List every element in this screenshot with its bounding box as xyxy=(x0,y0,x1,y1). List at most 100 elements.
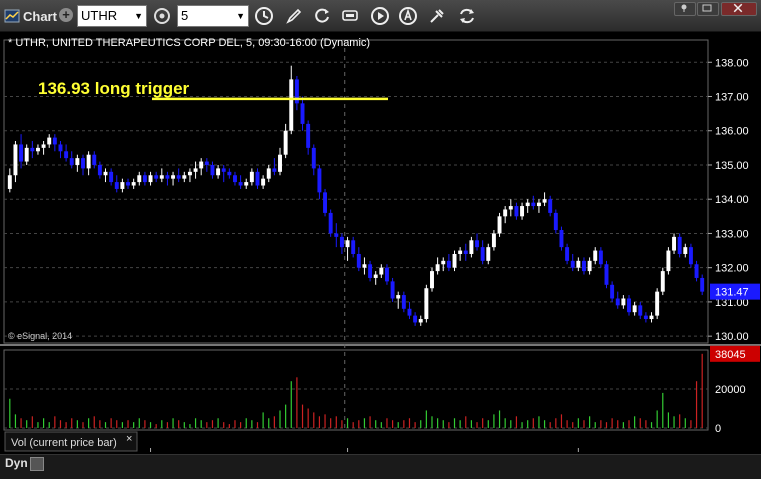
candle-body xyxy=(396,295,401,299)
sync-button[interactable] xyxy=(456,5,478,27)
candle-body xyxy=(244,182,249,186)
dynamic-label[interactable]: Dyn xyxy=(5,456,28,470)
candle-body xyxy=(216,168,221,176)
add-icon[interactable]: + xyxy=(59,8,73,22)
candle-body xyxy=(491,233,496,248)
candle-body xyxy=(379,267,384,275)
candle-body xyxy=(120,182,125,189)
price-tick-label: 133.00 xyxy=(715,228,749,240)
candle-body xyxy=(64,151,69,159)
candle-body xyxy=(486,247,491,261)
toolbar: Chart + UTHR ▼ 5 ▼ xyxy=(0,0,761,32)
candle-body xyxy=(266,168,271,179)
refresh-button[interactable] xyxy=(311,5,333,27)
candle-body xyxy=(255,171,260,186)
candle-body xyxy=(199,161,204,169)
last-price-label: 131.47 xyxy=(715,287,749,299)
copyright-label: © eSignal, 2014 xyxy=(8,331,72,341)
sync-icon xyxy=(460,8,474,24)
candle-body xyxy=(7,175,12,189)
maximize-button[interactable] xyxy=(697,2,719,16)
candle-body xyxy=(604,264,609,285)
candle-body xyxy=(159,175,164,179)
chart-icon xyxy=(4,9,20,23)
interval-input[interactable]: 5 ▼ xyxy=(177,5,249,27)
play-button[interactable] xyxy=(369,5,391,27)
candle-body xyxy=(463,250,468,254)
interval-dropdown-icon[interactable]: ▼ xyxy=(236,6,245,26)
candle-body xyxy=(109,171,114,183)
candle-body xyxy=(171,175,176,179)
candle-body xyxy=(339,236,344,248)
candle-body xyxy=(638,305,643,316)
candle-body xyxy=(593,250,598,261)
chart-header: * UTHR, UNITED THERAPEUTICS CORP DEL, 5,… xyxy=(8,37,371,49)
candle-body xyxy=(362,264,367,268)
pin-icon xyxy=(681,4,687,12)
candle-body xyxy=(610,284,615,299)
candle-body xyxy=(328,212,333,234)
tools-icon xyxy=(430,9,444,23)
candle-body xyxy=(694,264,699,278)
candle-body xyxy=(576,260,581,268)
tools-button[interactable] xyxy=(426,5,448,27)
candle-body xyxy=(182,175,187,179)
candle-body xyxy=(649,315,654,320)
data-button[interactable] xyxy=(339,5,361,27)
candle-body xyxy=(424,288,429,320)
candle-body xyxy=(615,298,620,306)
play-icon xyxy=(371,7,389,25)
close-icon xyxy=(733,3,743,13)
alert-button[interactable] xyxy=(397,5,419,27)
last-volume-label: 38045 xyxy=(715,349,746,361)
candle-body xyxy=(587,260,592,272)
candle-body xyxy=(114,182,119,189)
price-chart[interactable]: 138.00 137.00 136.00 135.00 134.00 133.00 132.… xyxy=(0,32,761,454)
candle-body xyxy=(92,154,97,165)
candle-body xyxy=(598,250,603,265)
candle-body xyxy=(536,202,541,207)
candle-body xyxy=(233,175,237,183)
candle-body xyxy=(446,260,451,268)
bottom-bar xyxy=(0,454,761,479)
lock-icon[interactable] xyxy=(30,457,44,471)
window-title[interactable]: Chart xyxy=(4,6,57,26)
candle-body xyxy=(643,315,648,320)
candle-body xyxy=(373,274,378,278)
price-tick-label: 134.00 xyxy=(715,194,749,206)
candle-body xyxy=(475,240,479,248)
maximize-icon xyxy=(702,4,712,12)
candle-body xyxy=(41,144,46,148)
link-button[interactable] xyxy=(151,5,173,27)
candle-body xyxy=(688,247,693,265)
clock-button[interactable] xyxy=(253,5,275,27)
candle-body xyxy=(683,247,688,254)
candle-body xyxy=(283,130,288,155)
candle-body xyxy=(131,182,136,186)
candle-body xyxy=(249,171,254,183)
candle-body xyxy=(24,147,29,162)
price-tick-label: 132.00 xyxy=(715,263,749,275)
candle-body xyxy=(345,240,350,248)
candle-body xyxy=(390,281,395,299)
candle-body xyxy=(75,158,80,165)
pin-button[interactable] xyxy=(674,2,696,16)
symbol-input[interactable]: UTHR ▼ xyxy=(77,5,147,27)
price-tick-label: 130.00 xyxy=(715,331,749,343)
candle-body xyxy=(514,206,519,217)
symbol-value: UTHR xyxy=(81,8,118,23)
candle-body xyxy=(525,202,530,207)
candle-body xyxy=(542,199,547,203)
candle-body xyxy=(407,308,412,316)
symbol-dropdown-icon[interactable]: ▼ xyxy=(134,6,143,26)
data-icon xyxy=(342,10,358,21)
candle-body xyxy=(210,164,215,176)
candle-body xyxy=(368,264,373,278)
candle-body xyxy=(47,137,52,145)
candle-body xyxy=(154,175,159,179)
volume-panel-frame xyxy=(3,349,709,431)
candle-body xyxy=(204,161,209,165)
close-button[interactable] xyxy=(721,2,757,16)
draw-button[interactable] xyxy=(283,5,305,27)
candle-body xyxy=(334,233,339,237)
